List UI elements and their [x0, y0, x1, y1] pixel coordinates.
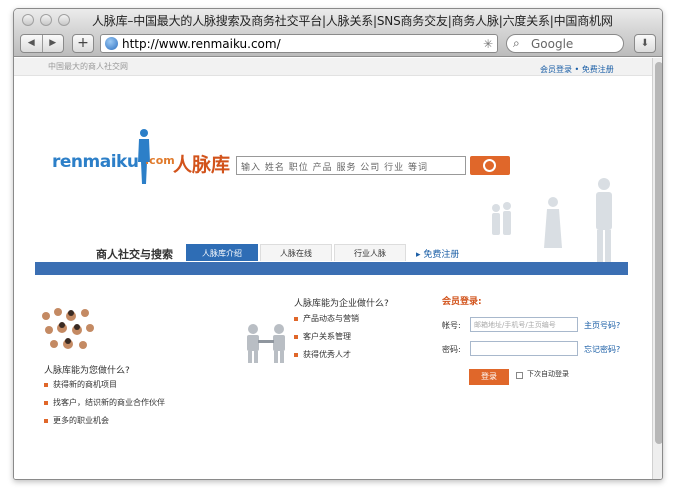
logo-dotcom: .com: [145, 154, 175, 167]
top-login-link[interactable]: 会员登录: [540, 65, 572, 74]
forward-button[interactable]: ▶: [43, 35, 64, 52]
minimize-window-button[interactable]: [40, 14, 52, 26]
address-bar[interactable]: http://www.renmaiku.com/ ✳: [100, 34, 498, 53]
people-search-input[interactable]: 输入 姓名 职位 产品 服务 公司 行业 等词: [236, 156, 466, 175]
tab-intro[interactable]: 人脉库介绍: [186, 244, 258, 261]
url-text[interactable]: http://www.renmaiku.com/: [122, 37, 281, 51]
nav-free-register-link[interactable]: ▸ 免费注册: [416, 247, 459, 260]
auto-login-label[interactable]: 下次自动登录: [527, 369, 569, 379]
account-label: 帐号:: [442, 321, 461, 330]
top-link-separator: •: [574, 65, 580, 74]
list-item: 获得优秀人才: [294, 346, 359, 364]
account-placeholder: 邮箱地址/手机号/主页编号: [474, 321, 556, 329]
handshake-illustration: [247, 324, 285, 363]
list-item: 获得新的商机项目: [44, 376, 165, 394]
list-item: 客户关系管理: [294, 328, 359, 346]
search-field[interactable]: ⌕ Google: [506, 34, 624, 53]
people-search-placeholder: 输入 姓名 职位 产品 服务 公司 行业 等词: [241, 163, 429, 173]
page-content: 中国最大的商人社交网 会员登录 • 免费注册 renmaiku .com 人脉库…: [14, 58, 652, 479]
list-item: 更多的职业机会: [44, 412, 165, 430]
window-title: 人脉库–中国最大的人脉搜索及商务社交平台|人脉关系|SNS商务交友|商务人脉|六…: [92, 14, 613, 28]
browser-window: 人脉库–中国最大的人脉搜索及商务社交平台|人脉关系|SNS商务交友|商务人脉|六…: [13, 8, 663, 480]
homepage-number-link[interactable]: 主页号码?: [584, 320, 620, 331]
download-arrow-icon: ⬇: [640, 38, 650, 49]
add-bookmark-button[interactable]: +: [72, 34, 94, 53]
password-input[interactable]: [470, 341, 578, 356]
forgot-password-link[interactable]: 忘记密码?: [584, 344, 620, 355]
list-item: 产品动态与营销: [294, 310, 359, 328]
tab-industry[interactable]: 行业人脉: [334, 244, 406, 261]
search-icon: ⌕: [513, 36, 520, 50]
person-search-icon: [483, 159, 496, 172]
zoom-window-button[interactable]: [58, 14, 70, 26]
title-bar: 人脉库–中国最大的人脉搜索及商务社交平台|人脉关系|SNS商务交友|商务人脉|六…: [14, 9, 662, 31]
top-strip: 中国最大的商人社交网 会员登录 • 免费注册: [14, 58, 652, 76]
nav-buttons: ◀ ▶: [20, 34, 64, 53]
loading-spinner-icon: ✳: [482, 37, 493, 51]
people-search-button[interactable]: [470, 156, 510, 175]
password-label: 密码:: [442, 345, 461, 354]
top-register-link[interactable]: 免费注册: [582, 65, 614, 74]
login-button[interactable]: 登录: [469, 369, 509, 385]
site-tagline: 中国最大的商人社交网: [48, 62, 128, 71]
brand-name-cn: 人脉库: [173, 154, 231, 176]
downloads-button[interactable]: ⬇: [634, 34, 656, 53]
nav-title: 商人社交与搜索: [96, 248, 173, 261]
scrollbar-thumb[interactable]: [655, 62, 662, 444]
tab-online[interactable]: 人脉在线: [260, 244, 332, 261]
auto-login-checkbox[interactable]: [516, 372, 523, 379]
vertical-scrollbar[interactable]: [652, 58, 662, 479]
close-window-button[interactable]: [22, 14, 34, 26]
nav-row: 商人社交与搜索 人脉库介绍 人脉在线 行业人脉 ▸ 免费注册: [14, 244, 652, 262]
back-button[interactable]: ◀: [21, 35, 43, 52]
account-input[interactable]: 邮箱地址/手机号/主页编号: [470, 317, 578, 332]
top-links: 会员登录 • 免费注册: [540, 61, 620, 78]
blue-divider: [35, 262, 628, 275]
person-benefits-list: 获得新的商机项目 找客户，结识新的商业合作伙伴 更多的职业机会: [44, 376, 165, 430]
company-benefits-list: 产品动态与营销 客户关系管理 获得优秀人才: [294, 310, 359, 364]
globe-icon: [105, 37, 118, 50]
people-collage-image: [42, 308, 94, 349]
person-benefits-heading: 人脉库能为您做什么?: [44, 366, 130, 376]
site-logo[interactable]: renmaiku: [52, 152, 139, 172]
login-title: 会员登录:: [442, 297, 482, 307]
browser-toolbar: ◀ ▶ + http://www.renmaiku.com/ ✳ ⌕ Googl…: [14, 31, 662, 57]
search-placeholder: Google: [531, 37, 574, 51]
company-benefits-heading: 人脉库能为企业做什么?: [294, 299, 389, 309]
list-item: 找客户，结识新的商业合作伙伴: [44, 394, 165, 412]
